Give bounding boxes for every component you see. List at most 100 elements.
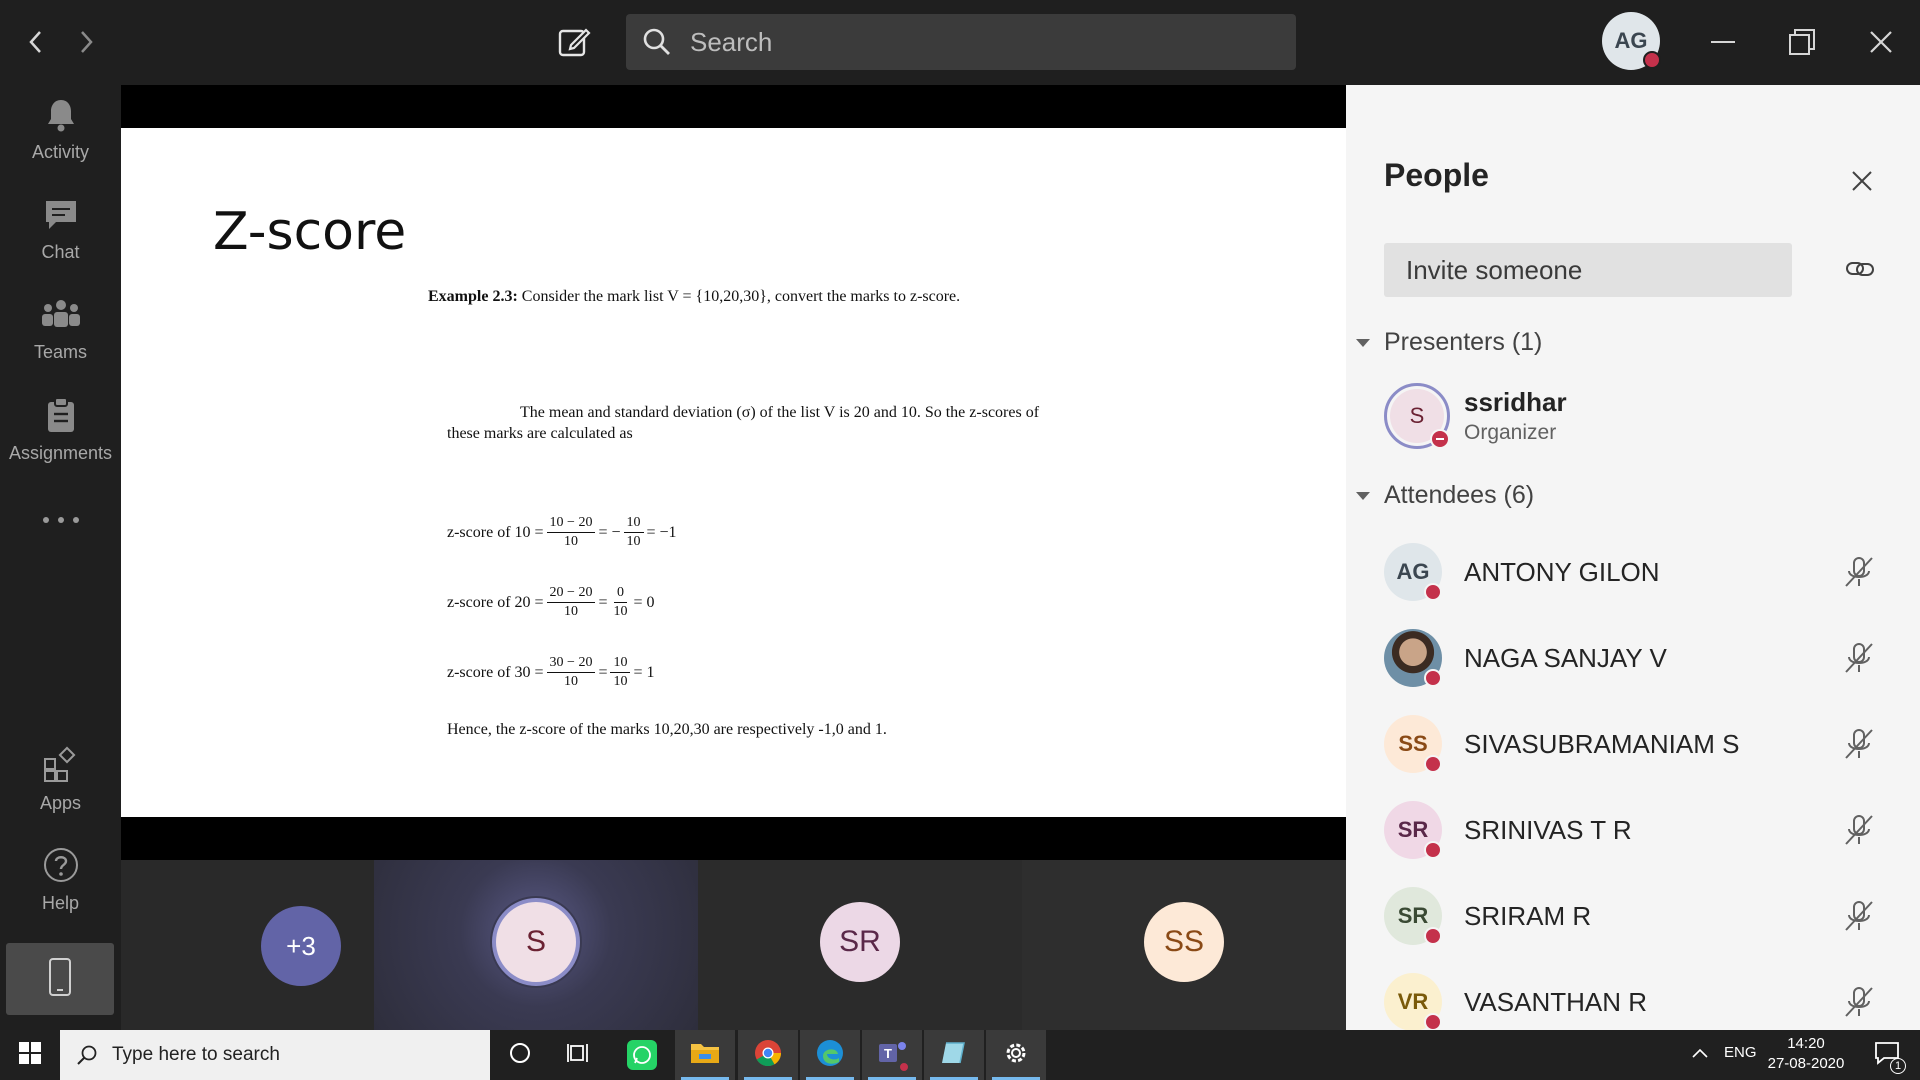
collapse-caret-icon xyxy=(1356,491,1370,500)
rail-item-chat[interactable]: Chat xyxy=(0,185,121,275)
denominator: 10 xyxy=(564,604,578,619)
rail-item-teams[interactable]: Teams xyxy=(0,285,121,375)
minimize-icon[interactable] xyxy=(1700,18,1748,66)
dnd-status-icon xyxy=(1430,429,1450,449)
participant-tile[interactable]: SS xyxy=(1022,860,1346,1030)
attendee-row[interactable]: SR SRIRAM R xyxy=(1384,881,1894,955)
attendee-row[interactable]: AG ANTONY GILON xyxy=(1384,537,1894,611)
chevron-up-icon xyxy=(1691,1046,1709,1064)
participant-gallery: +3 S SR SS xyxy=(121,860,1346,1030)
whatsapp-icon xyxy=(627,1040,657,1070)
rail-item-activity[interactable]: Activity xyxy=(0,85,121,175)
taskbar-notes-app[interactable] xyxy=(924,1030,984,1080)
copy-link-icon[interactable] xyxy=(1840,249,1880,289)
clock[interactable]: 14:20 27-08-2020 xyxy=(1760,1034,1852,1078)
result: = 0 xyxy=(633,593,655,611)
attendee-row[interactable]: SS SIVASUBRAMANIAM S xyxy=(1384,709,1894,783)
attendee-row[interactable]: NAGA SANJAY V xyxy=(1384,623,1894,697)
participant-avatar: S xyxy=(496,902,576,982)
close-panel-icon[interactable] xyxy=(1844,163,1880,199)
start-button[interactable] xyxy=(0,1030,60,1080)
ellipsis-icon xyxy=(42,511,80,529)
notes-app-icon xyxy=(940,1039,968,1072)
search-placeholder: Search xyxy=(690,26,773,57)
person-name: VASANTHAN R xyxy=(1464,987,1647,1017)
avatar-initials: SR xyxy=(1397,903,1429,928)
taskbar-edge[interactable] xyxy=(800,1030,860,1080)
fraction: 10 − 20 10 xyxy=(546,514,596,551)
rail-item-help[interactable]: Help xyxy=(0,835,121,925)
fraction: 0 10 xyxy=(610,584,630,621)
restore-window-icon[interactable] xyxy=(1778,18,1826,66)
overflow-count-badge[interactable]: +3 xyxy=(261,906,341,986)
show-hidden-icons-button[interactable] xyxy=(1684,1030,1716,1080)
result: = −1 xyxy=(646,523,677,541)
taskbar-teams[interactable]: T xyxy=(862,1030,922,1080)
numerator: 20 − 20 xyxy=(546,584,596,603)
participant-initials: SR xyxy=(839,925,881,958)
task-view-button[interactable] xyxy=(550,1030,610,1080)
device-settings-button[interactable] xyxy=(6,943,114,1015)
numerator: 10 xyxy=(610,654,631,673)
fraction: 30 − 20 10 xyxy=(546,654,596,691)
invite-input[interactable]: Invite someone xyxy=(1384,243,1792,297)
mic-off-icon xyxy=(1842,813,1878,849)
attendee-row[interactable]: VR VASANTHAN R xyxy=(1384,967,1894,1030)
denominator: 10 xyxy=(626,534,641,549)
taskbar-search-box[interactable]: Type here to search xyxy=(60,1030,490,1080)
avatar-initials: SS xyxy=(1398,731,1428,756)
fraction: 10 10 xyxy=(623,514,644,551)
person-name: ssridhar xyxy=(1464,387,1567,417)
busy-status-icon xyxy=(1424,1013,1442,1030)
language-indicator[interactable]: ENG xyxy=(1724,1044,1757,1061)
cortana-circle-icon xyxy=(508,1041,532,1070)
taskbar-whatsapp[interactable] xyxy=(612,1030,672,1080)
attendee-row[interactable]: SR SRINIVAS T R xyxy=(1384,795,1894,869)
cortana-button[interactable] xyxy=(490,1030,550,1080)
profile-avatar[interactable]: AG xyxy=(1602,12,1661,70)
numerator: 0 xyxy=(613,584,627,603)
rail-label: Apps xyxy=(39,793,82,813)
forward-arrow-icon[interactable] xyxy=(62,18,110,66)
title-bar: Search AG xyxy=(0,0,1920,85)
close-window-icon[interactable] xyxy=(1857,18,1905,66)
person-name: ANTONY GILON xyxy=(1464,557,1660,587)
presenters-section-header[interactable]: Presenters (1) xyxy=(1356,328,1542,357)
participant-tile[interactable]: SR xyxy=(698,860,1022,1030)
overflow-tile[interactable]: +3 xyxy=(121,860,374,1030)
search-icon xyxy=(642,27,672,57)
panel-title: People xyxy=(1384,157,1489,193)
notification-count: 1 xyxy=(1890,1057,1906,1074)
busy-status-icon xyxy=(1424,841,1442,859)
rail-label: Assignments xyxy=(8,443,113,463)
clock-time: 14:20 xyxy=(1787,1035,1825,1052)
busy-status-icon xyxy=(1424,583,1442,601)
presenter-ssridhar[interactable]: S ssridhar Organizer xyxy=(1384,383,1894,463)
participant-avatar: SS xyxy=(1144,902,1224,982)
section-title: Presenters (1) xyxy=(1384,328,1543,356)
action-center-button[interactable]: 1 xyxy=(1862,1030,1912,1080)
avatar-initials: AG xyxy=(1396,559,1430,584)
zscore-label: z-score of 20 = xyxy=(447,593,544,611)
participant-tile[interactable]: S xyxy=(374,860,698,1030)
rail-item-apps[interactable]: Apps xyxy=(0,735,121,825)
new-chat-compose-icon[interactable] xyxy=(550,18,598,66)
conclusion-text: Hence, the z-score of the marks 10,20,30… xyxy=(447,721,887,738)
assignments-icon xyxy=(43,396,79,439)
rail-item-assignments[interactable]: Assignments xyxy=(0,385,121,475)
avatar-initials: SR xyxy=(1397,817,1429,842)
back-arrow-icon[interactable] xyxy=(12,18,60,66)
mic-off-icon xyxy=(1842,985,1878,1021)
person-name: SRIRAM R xyxy=(1464,901,1592,931)
description-text: The mean and standard deviation (σ) of t… xyxy=(447,404,1040,442)
taskbar-chrome[interactable] xyxy=(738,1030,798,1080)
avatar-initials: VR xyxy=(1397,989,1429,1014)
clock-date: 27-08-2020 xyxy=(1767,1055,1845,1072)
search-input[interactable]: Search xyxy=(626,14,1296,70)
gear-icon xyxy=(1002,1039,1030,1072)
attendees-section-header[interactable]: Attendees (6) xyxy=(1356,481,1534,510)
taskbar-file-explorer[interactable] xyxy=(675,1030,735,1080)
busy-status-icon xyxy=(1424,755,1442,773)
taskbar-settings[interactable] xyxy=(986,1030,1046,1080)
more-apps-ellipsis[interactable] xyxy=(0,485,121,555)
